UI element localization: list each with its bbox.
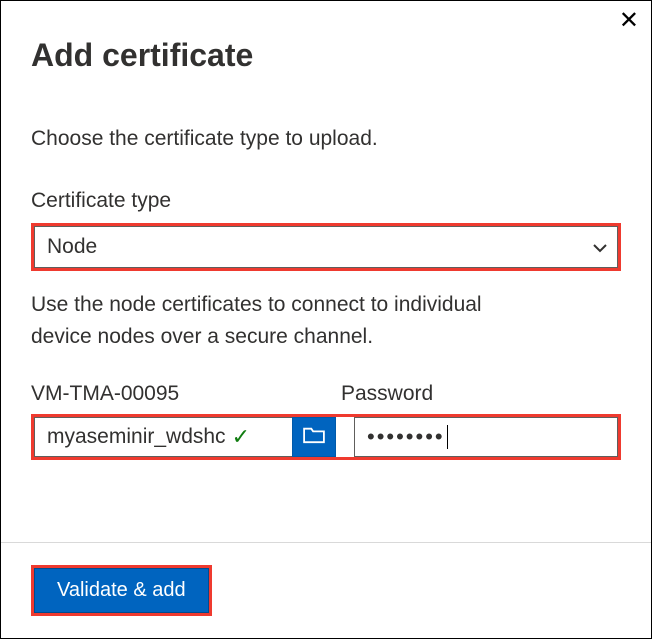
inputs-row: myaseminir_wdshc ✓ •••••••• — [34, 417, 618, 457]
dialog-title: Add certificate — [31, 37, 621, 74]
inputs-highlight: myaseminir_wdshc ✓ •••••••• — [31, 414, 621, 460]
validate-highlight: Validate & add — [31, 565, 212, 616]
password-mask: •••••••• — [367, 424, 445, 450]
cert-type-hint: Use the node certificates to connect to … — [31, 289, 511, 352]
chevron-down-icon — [593, 238, 607, 256]
close-button[interactable]: ✕ — [619, 9, 639, 33]
cert-type-select[interactable]: Node — [34, 226, 618, 268]
node-name-label: VM-TMA-00095 — [31, 382, 341, 406]
text-cursor — [447, 425, 448, 449]
dialog-footer: Validate & add — [1, 542, 651, 638]
dialog-description: Choose the certificate type to upload. — [31, 124, 621, 153]
checkmark-icon: ✓ — [232, 424, 250, 450]
cert-type-label: Certificate type — [31, 189, 621, 213]
password-label: Password — [341, 382, 433, 406]
cert-type-highlight: Node — [31, 223, 621, 271]
file-name-text: myaseminir_wdshc — [47, 425, 226, 449]
cert-type-value: Node — [47, 235, 97, 259]
close-icon: ✕ — [619, 7, 639, 34]
validate-add-button[interactable]: Validate & add — [34, 568, 209, 613]
input-labels-row: VM-TMA-00095 Password — [31, 382, 621, 406]
folder-icon — [303, 426, 325, 449]
file-input-group: myaseminir_wdshc ✓ — [34, 417, 336, 457]
dialog-panel: Add certificate Choose the certificate t… — [1, 1, 651, 460]
password-input[interactable]: •••••••• — [354, 417, 618, 457]
browse-button[interactable] — [292, 417, 336, 457]
column-gap — [336, 417, 354, 457]
file-name-input[interactable]: myaseminir_wdshc ✓ — [34, 417, 292, 457]
